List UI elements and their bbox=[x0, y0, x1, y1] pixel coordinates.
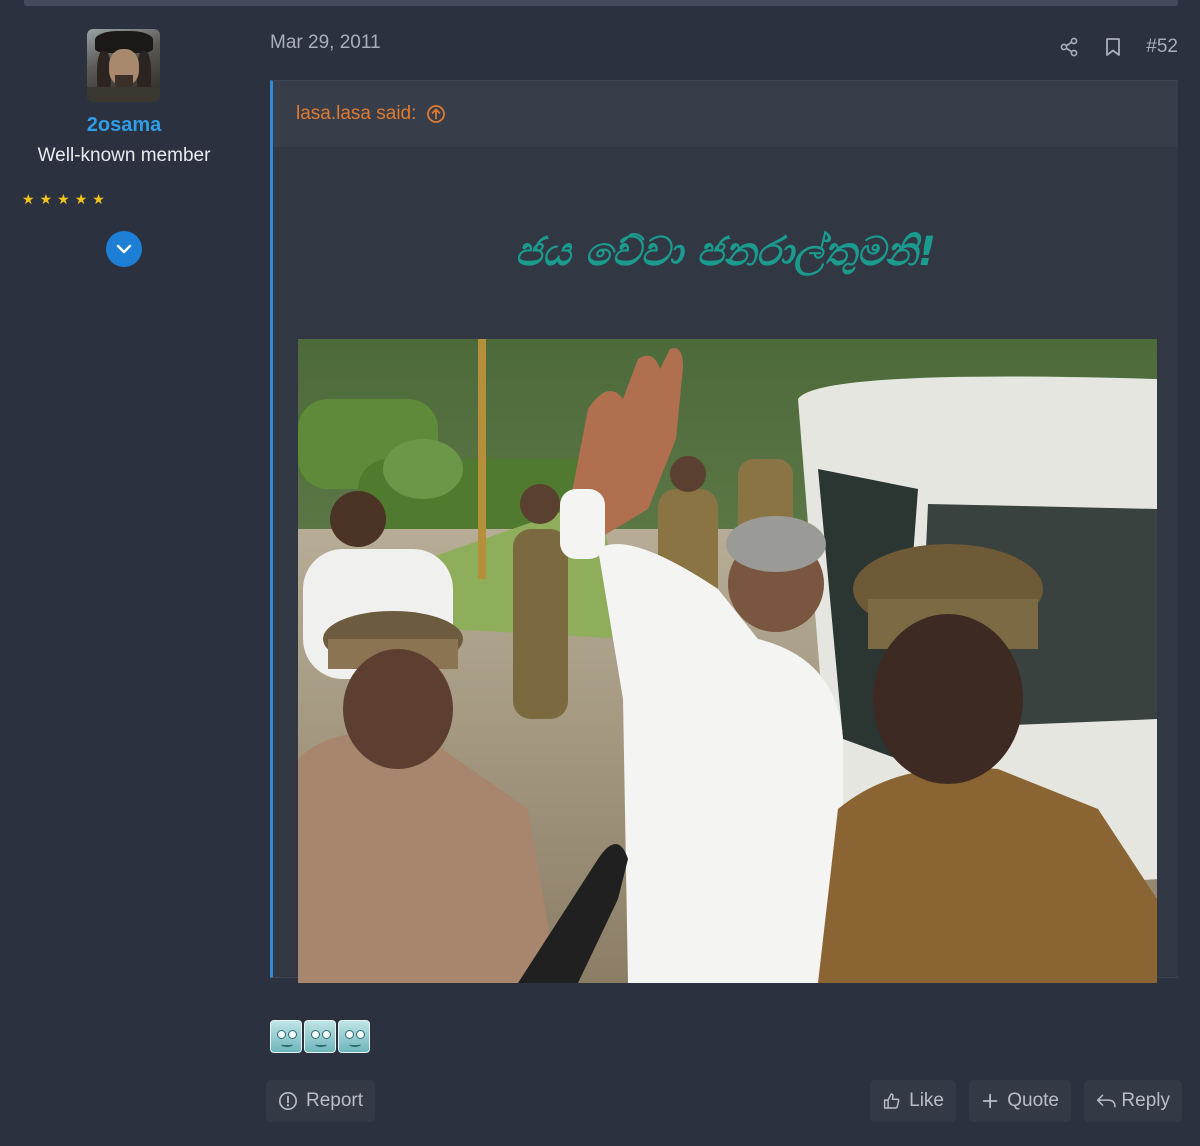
quote-header: lasa.lasa said: bbox=[273, 81, 1178, 147]
chevron-down-icon bbox=[116, 244, 132, 254]
bookmark-icon bbox=[1106, 38, 1121, 56]
star-icon: ★ bbox=[22, 191, 35, 207]
avatar[interactable] bbox=[87, 29, 160, 102]
report-label: Report bbox=[305, 1090, 363, 1111]
post-number-link[interactable]: #52 bbox=[1146, 36, 1178, 58]
share-button[interactable] bbox=[1058, 36, 1080, 58]
share-icon bbox=[1060, 37, 1078, 57]
quoted-photo[interactable] bbox=[298, 339, 1157, 983]
report-icon bbox=[278, 1092, 297, 1110]
reply-button[interactable]: Reply bbox=[1084, 1080, 1182, 1122]
bookmark-button[interactable] bbox=[1102, 36, 1124, 58]
smiley-icon bbox=[304, 1020, 336, 1053]
like-label: Like bbox=[909, 1090, 944, 1111]
quote-block: lasa.lasa said: ජය වේවා ජනරාල්තුමනි! bbox=[270, 80, 1178, 983]
star-icon: ★ bbox=[57, 191, 70, 207]
quote-button[interactable]: Quote bbox=[969, 1080, 1071, 1122]
quote-headline: ජය වේවා ජනරාල්තුමනි! bbox=[515, 229, 936, 275]
like-button[interactable]: Like bbox=[870, 1080, 956, 1122]
quote-label: Quote bbox=[1007, 1090, 1059, 1111]
quote-content: ජය වේවා ජනරාල්තුමනි! bbox=[273, 147, 1178, 983]
arrow-up-circle-icon[interactable] bbox=[426, 104, 446, 124]
smiley-icon bbox=[270, 1020, 302, 1053]
username[interactable]: 2osama bbox=[0, 114, 248, 137]
report-button[interactable]: Report bbox=[266, 1080, 375, 1122]
star-icon: ★ bbox=[39, 191, 53, 207]
post-date[interactable]: Mar 29, 2011 bbox=[270, 32, 381, 54]
user-sidebar: 2osama Well-known member ★ ★ ★ ★ ★ bbox=[0, 0, 248, 1146]
smiley-icon bbox=[338, 1020, 370, 1053]
thumbs-up-icon bbox=[883, 1093, 900, 1109]
rating-stars: ★ ★ ★ ★ ★ bbox=[22, 190, 105, 208]
photo-illustration bbox=[298, 339, 1157, 983]
emoji-row bbox=[270, 1020, 370, 1053]
expand-user-info-button[interactable] bbox=[106, 231, 142, 267]
plus-icon bbox=[982, 1093, 998, 1109]
post-actions: #52 bbox=[1058, 33, 1178, 61]
user-title: Well-known member bbox=[37, 145, 211, 166]
star-icon: ★ bbox=[74, 191, 88, 207]
star-icon: ★ bbox=[92, 191, 105, 207]
reply-label: Reply bbox=[1121, 1090, 1170, 1111]
quote-author[interactable]: lasa.lasa said: bbox=[296, 103, 416, 125]
reply-icon bbox=[1096, 1094, 1116, 1108]
